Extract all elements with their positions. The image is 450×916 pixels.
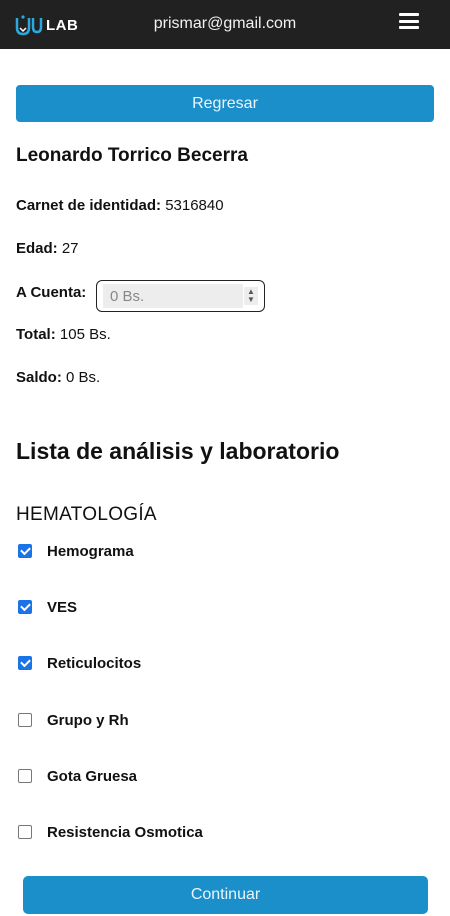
ci-label: Carnet de identidad: — [16, 197, 162, 214]
checkbox-checked-icon[interactable] — [18, 600, 32, 614]
analysis-item-label: Grupo y Rh — [47, 711, 129, 729]
acuenta-label: A Cuenta: — [16, 284, 87, 301]
total-value: 105 Bs. — [59, 326, 111, 343]
saldo-field: Saldo: 0 Bs. — [16, 369, 100, 386]
hamburger-menu-icon[interactable] — [399, 13, 419, 29]
analysis-item[interactable]: Hemograma — [18, 541, 134, 561]
category-title: HEMATOLOGÍA — [16, 504, 157, 525]
age-label: Edad: — [16, 240, 58, 257]
saldo-value: 0 Bs. — [66, 369, 101, 386]
analysis-item-label: Gota Gruesa — [47, 767, 138, 785]
analysis-item-label: VES — [47, 598, 78, 616]
analysis-item[interactable]: Grupo y Rh — [18, 710, 129, 730]
total-field: Total: 105 Bs. — [16, 326, 111, 343]
analysis-item[interactable]: Reticulocitos — [18, 653, 141, 673]
checkbox-checked-icon[interactable] — [18, 544, 32, 558]
checkbox-icon[interactable] — [18, 769, 32, 783]
number-stepper-icon[interactable]: ▲ ▼ — [244, 287, 258, 305]
total-label: Total: — [16, 326, 56, 343]
top-navbar: LAB prismar@gmail.com — [0, 0, 450, 49]
patient-name: Leonardo Torrico Becerra — [16, 145, 248, 166]
checkbox-icon[interactable] — [18, 713, 32, 727]
acuenta-input[interactable]: 0 Bs. ▲ ▼ — [96, 280, 265, 312]
back-button[interactable]: Regresar — [16, 85, 434, 122]
acuenta-placeholder[interactable]: 0 Bs. — [103, 284, 243, 308]
analysis-item[interactable]: Gota Gruesa — [18, 766, 137, 786]
saldo-label: Saldo: — [16, 369, 62, 386]
ci-value: 5316840 — [165, 197, 224, 214]
ci-field: Carnet de identidad: 5316840 — [16, 197, 224, 214]
analysis-item-label: Hemograma — [47, 542, 134, 560]
analysis-item[interactable]: Resistencia Osmotica — [18, 822, 203, 842]
checkbox-icon[interactable] — [18, 825, 32, 839]
analysis-list-title: Lista de análisis y laboratorio — [16, 438, 340, 464]
user-email: prismar@gmail.com — [153, 15, 297, 32]
age-field: Edad: 27 — [16, 240, 79, 257]
analysis-item-label: Resistencia Osmotica — [47, 823, 203, 841]
analysis-item-label: Reticulocitos — [47, 654, 142, 672]
acuenta-field: A Cuenta: — [16, 284, 86, 301]
analysis-item[interactable]: VES — [18, 597, 77, 617]
checkbox-checked-icon[interactable] — [18, 656, 32, 670]
continue-button[interactable]: Continuar — [23, 876, 428, 914]
age-value: 27 — [61, 240, 79, 257]
